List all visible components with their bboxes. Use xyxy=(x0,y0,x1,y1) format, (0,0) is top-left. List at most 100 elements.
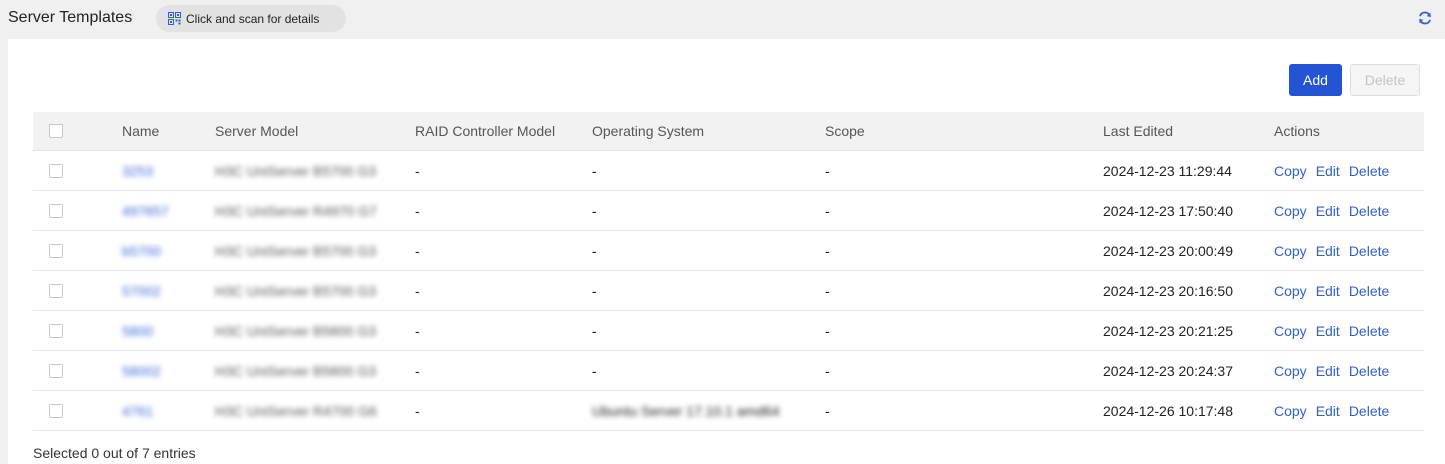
scope-cell: - xyxy=(825,311,830,350)
row-checkbox-cell xyxy=(49,391,63,430)
server-model-text: H3C UniServer B5800 G3 xyxy=(215,322,377,339)
add-button[interactable]: Add xyxy=(1289,64,1342,96)
template-name-link[interactable]: 5800 xyxy=(122,323,153,339)
actions-cell: Copy Edit Delete xyxy=(1274,351,1398,390)
edit-link[interactable]: Edit xyxy=(1316,243,1340,259)
last-edited-cell-text: 2024-12-23 20:00:49 xyxy=(1103,242,1233,259)
copy-link[interactable]: Copy xyxy=(1274,363,1307,379)
delete-link[interactable]: Delete xyxy=(1349,163,1389,179)
row-checkbox[interactable] xyxy=(49,243,63,258)
actions-cell: Copy Edit Delete xyxy=(1274,311,1398,350)
operating-system-cell: - xyxy=(592,271,597,310)
scope-cell-text: - xyxy=(825,322,830,339)
edit-link[interactable]: Edit xyxy=(1316,163,1340,179)
table-row: 5800 H3C UniServer B5800 G3 - - - 2024-12-23 … xyxy=(33,311,1424,351)
name-cell: 3253 xyxy=(122,151,153,190)
copy-link[interactable]: Copy xyxy=(1274,163,1307,179)
refresh-icon[interactable] xyxy=(1417,10,1433,26)
last-edited-cell-text: 2024-12-23 20:16:50 xyxy=(1103,282,1233,299)
template-name-link[interactable]: b5700 xyxy=(122,243,161,259)
row-checkbox[interactable] xyxy=(49,283,63,298)
table-body: 3253 H3C UniServer B5700 G3 - - - 2024-12-23 … xyxy=(33,151,1424,431)
actions-cell: Copy Edit Delete xyxy=(1274,271,1398,310)
raid-controller-cell: - xyxy=(415,391,420,430)
operating-system-cell-text: Ubuntu Server 17.10.1 amd64 xyxy=(592,402,780,419)
scope-cell-text: - xyxy=(825,362,830,379)
scope-cell-text: - xyxy=(825,202,830,219)
row-checkbox[interactable] xyxy=(49,203,63,218)
edit-link[interactable]: Edit xyxy=(1316,283,1340,299)
name-cell: b5700 xyxy=(122,231,161,270)
raid-controller-cell-text: - xyxy=(415,202,420,219)
raid-controller-cell: - xyxy=(415,311,420,350)
server-model-cell: H3C UniServer B5700 G3 xyxy=(215,151,376,190)
table-header: Name Server Model RAID Controller Model … xyxy=(33,112,1424,151)
raid-controller-cell-text: - xyxy=(415,362,420,379)
copy-link[interactable]: Copy xyxy=(1274,283,1307,299)
actions-cell: Copy Edit Delete xyxy=(1274,231,1398,270)
copy-link[interactable]: Copy xyxy=(1274,203,1307,219)
row-checkbox[interactable] xyxy=(49,403,63,418)
edit-link[interactable]: Edit xyxy=(1316,363,1340,379)
delete-link[interactable]: Delete xyxy=(1349,323,1389,339)
edit-link[interactable]: Edit xyxy=(1316,203,1340,219)
delete-link[interactable]: Delete xyxy=(1349,243,1389,259)
delete-link[interactable]: Delete xyxy=(1349,283,1389,299)
row-checkbox[interactable] xyxy=(49,363,63,378)
name-cell: 5800 xyxy=(122,311,153,350)
copy-link[interactable]: Copy xyxy=(1274,403,1307,419)
server-model-cell: H3C UniServer R4970 G7 xyxy=(215,191,377,230)
scope-cell: - xyxy=(825,231,830,270)
row-checkbox[interactable] xyxy=(49,163,63,178)
template-name-link[interactable]: 58002 xyxy=(122,363,161,379)
template-name-link[interactable]: 3253 xyxy=(122,163,153,179)
server-model-cell: H3C UniServer B5800 G3 xyxy=(215,311,376,350)
select-all-checkbox[interactable] xyxy=(49,124,63,138)
row-checkbox-cell xyxy=(49,271,63,310)
delete-link[interactable]: Delete xyxy=(1349,203,1389,219)
scope-cell-text: - xyxy=(825,282,830,299)
last-edited-cell: 2024-12-23 20:16:50 xyxy=(1103,271,1233,310)
raid-controller-cell: - xyxy=(415,151,420,190)
column-header-actions: Actions xyxy=(1274,123,1320,139)
table-row: 4761 H3C UniServer R4700 G6 - Ubuntu Server… xyxy=(33,391,1424,431)
row-checkbox-cell xyxy=(49,351,63,390)
last-edited-cell-text: 2024-12-23 20:21:25 xyxy=(1103,322,1233,339)
actions-cell: Copy Edit Delete xyxy=(1274,151,1398,190)
row-checkbox[interactable] xyxy=(49,323,63,338)
template-name-link[interactable]: 57002 xyxy=(122,283,161,299)
raid-controller-cell-text: - xyxy=(415,402,420,419)
row-checkbox-cell xyxy=(49,311,63,350)
copy-link[interactable]: Copy xyxy=(1274,243,1307,259)
table-row: 58002 H3C UniServer B5800 G3 - - - 2024-12-23… xyxy=(33,351,1424,391)
last-edited-cell-text: 2024-12-23 17:50:40 xyxy=(1103,202,1233,219)
server-model-text: H3C UniServer B5800 G3 xyxy=(215,362,377,379)
page-title: Server Templates xyxy=(8,9,133,26)
operating-system-cell: - xyxy=(592,311,597,350)
operating-system-cell: - xyxy=(592,191,597,230)
raid-controller-cell: - xyxy=(415,231,420,270)
name-cell: 497657 xyxy=(122,191,169,230)
delete-link[interactable]: Delete xyxy=(1349,363,1389,379)
delete-link[interactable]: Delete xyxy=(1349,403,1389,419)
server-model-text: H3C UniServer R4700 G6 xyxy=(215,402,377,419)
edit-link[interactable]: Edit xyxy=(1316,323,1340,339)
last-edited-cell: 2024-12-26 10:17:48 xyxy=(1103,391,1233,430)
server-model-cell: H3C UniServer B5700 G3 xyxy=(215,271,376,310)
scope-cell: - xyxy=(825,391,830,430)
scope-cell: - xyxy=(825,191,830,230)
table-row: b5700 H3C UniServer B5700 G3 - - - 2024-12-23… xyxy=(33,231,1424,271)
template-name-link[interactable]: 4761 xyxy=(122,403,153,419)
actions-cell: Copy Edit Delete xyxy=(1274,391,1398,430)
edit-link[interactable]: Edit xyxy=(1316,403,1340,419)
copy-link[interactable]: Copy xyxy=(1274,323,1307,339)
select-all-checkbox-cell xyxy=(49,112,63,150)
scan-for-details-button[interactable]: Click and scan for details xyxy=(156,5,346,32)
server-model-text: H3C UniServer R4970 G7 xyxy=(215,202,377,219)
last-edited-cell-text: 2024-12-26 10:17:48 xyxy=(1103,402,1233,419)
operating-system-cell-text: - xyxy=(592,282,597,299)
server-model-text: H3C UniServer B5700 G3 xyxy=(215,242,377,259)
raid-controller-cell-text: - xyxy=(415,242,420,259)
server-model-cell: H3C UniServer R4700 G6 xyxy=(215,391,377,430)
template-name-link[interactable]: 497657 xyxy=(122,203,169,219)
